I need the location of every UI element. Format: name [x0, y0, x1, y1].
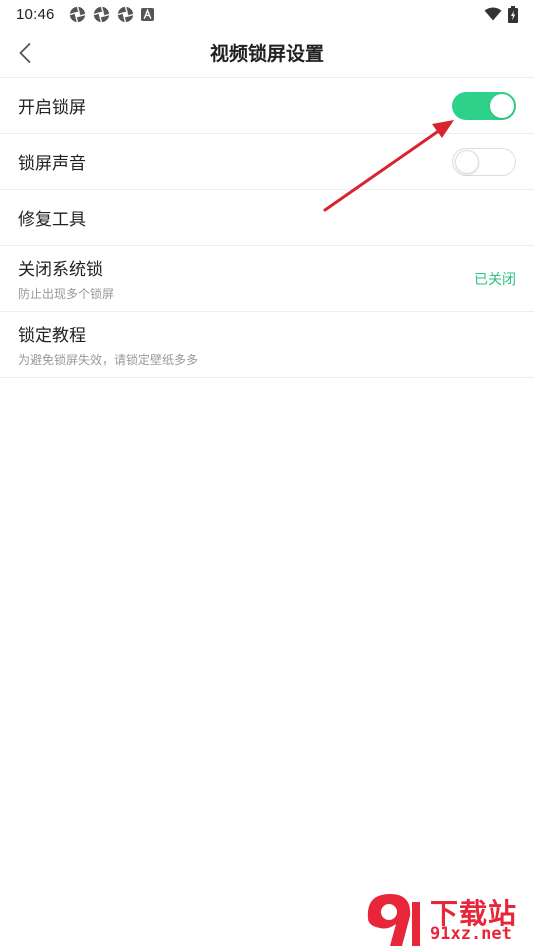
setting-row-lock-tutorial[interactable]: 锁定教程 为避免锁屏失效，请锁定壁纸多多: [0, 312, 534, 378]
setting-title: 关闭系统锁: [18, 260, 103, 279]
setting-row-repair-tool[interactable]: 修复工具: [0, 190, 534, 246]
setting-subtitle: 防止出现多个锁屏: [18, 287, 115, 301]
page-title: 视频锁屏设置: [209, 44, 324, 65]
enable-lockscreen-toggle[interactable]: [452, 91, 516, 120]
app-header: 视频锁屏设置: [0, 28, 534, 78]
setting-title: 修复工具: [18, 210, 86, 229]
setting-text: 关闭系统锁 防止出现多个锁屏: [18, 255, 114, 302]
setting-row-lockscreen-sound[interactable]: 锁屏声音: [0, 134, 534, 190]
system-icons: [484, 5, 518, 23]
setting-row-enable-lockscreen[interactable]: 开启锁屏: [0, 78, 534, 134]
settings-list: 开启锁屏 锁屏声音 修复工具 关闭系统锁 防止出现多个锁屏 已关闭 锁定教程 为…: [0, 78, 534, 378]
camera-shutter-icon: [93, 6, 110, 23]
setting-row-close-system-lock[interactable]: 关闭系统锁 防止出现多个锁屏 已关闭: [0, 246, 534, 312]
setting-status-value: 已关闭: [474, 270, 516, 287]
setting-subtitle: 为避免锁屏失效，请锁定壁纸多多: [18, 353, 199, 367]
chevron-left-icon: [18, 42, 32, 64]
watermark-logo-icon: [367, 894, 420, 946]
setting-title: 开启锁屏: [18, 98, 86, 117]
battery-charging-icon: [508, 5, 518, 23]
watermark: 下载站 91xz.net: [362, 888, 534, 950]
status-time: 10:46: [16, 5, 55, 23]
wifi-icon: [484, 7, 502, 21]
setting-title: 锁屏声音: [18, 154, 86, 173]
back-button[interactable]: [6, 34, 44, 72]
notification-icons: [69, 6, 154, 23]
lockscreen-sound-toggle[interactable]: [452, 147, 516, 176]
camera-shutter-icon: [117, 6, 134, 23]
setting-title: 锁定教程: [18, 326, 86, 345]
setting-text: 锁定教程 为避免锁屏失效，请锁定壁纸多多: [18, 321, 198, 368]
watermark-url: 91xz.net: [430, 924, 512, 944]
toggle-knob: [455, 149, 479, 174]
a-letter-icon: [140, 7, 154, 21]
status-bar: 10:46: [0, 0, 534, 28]
camera-shutter-icon: [69, 6, 86, 23]
toggle-knob: [490, 93, 514, 118]
